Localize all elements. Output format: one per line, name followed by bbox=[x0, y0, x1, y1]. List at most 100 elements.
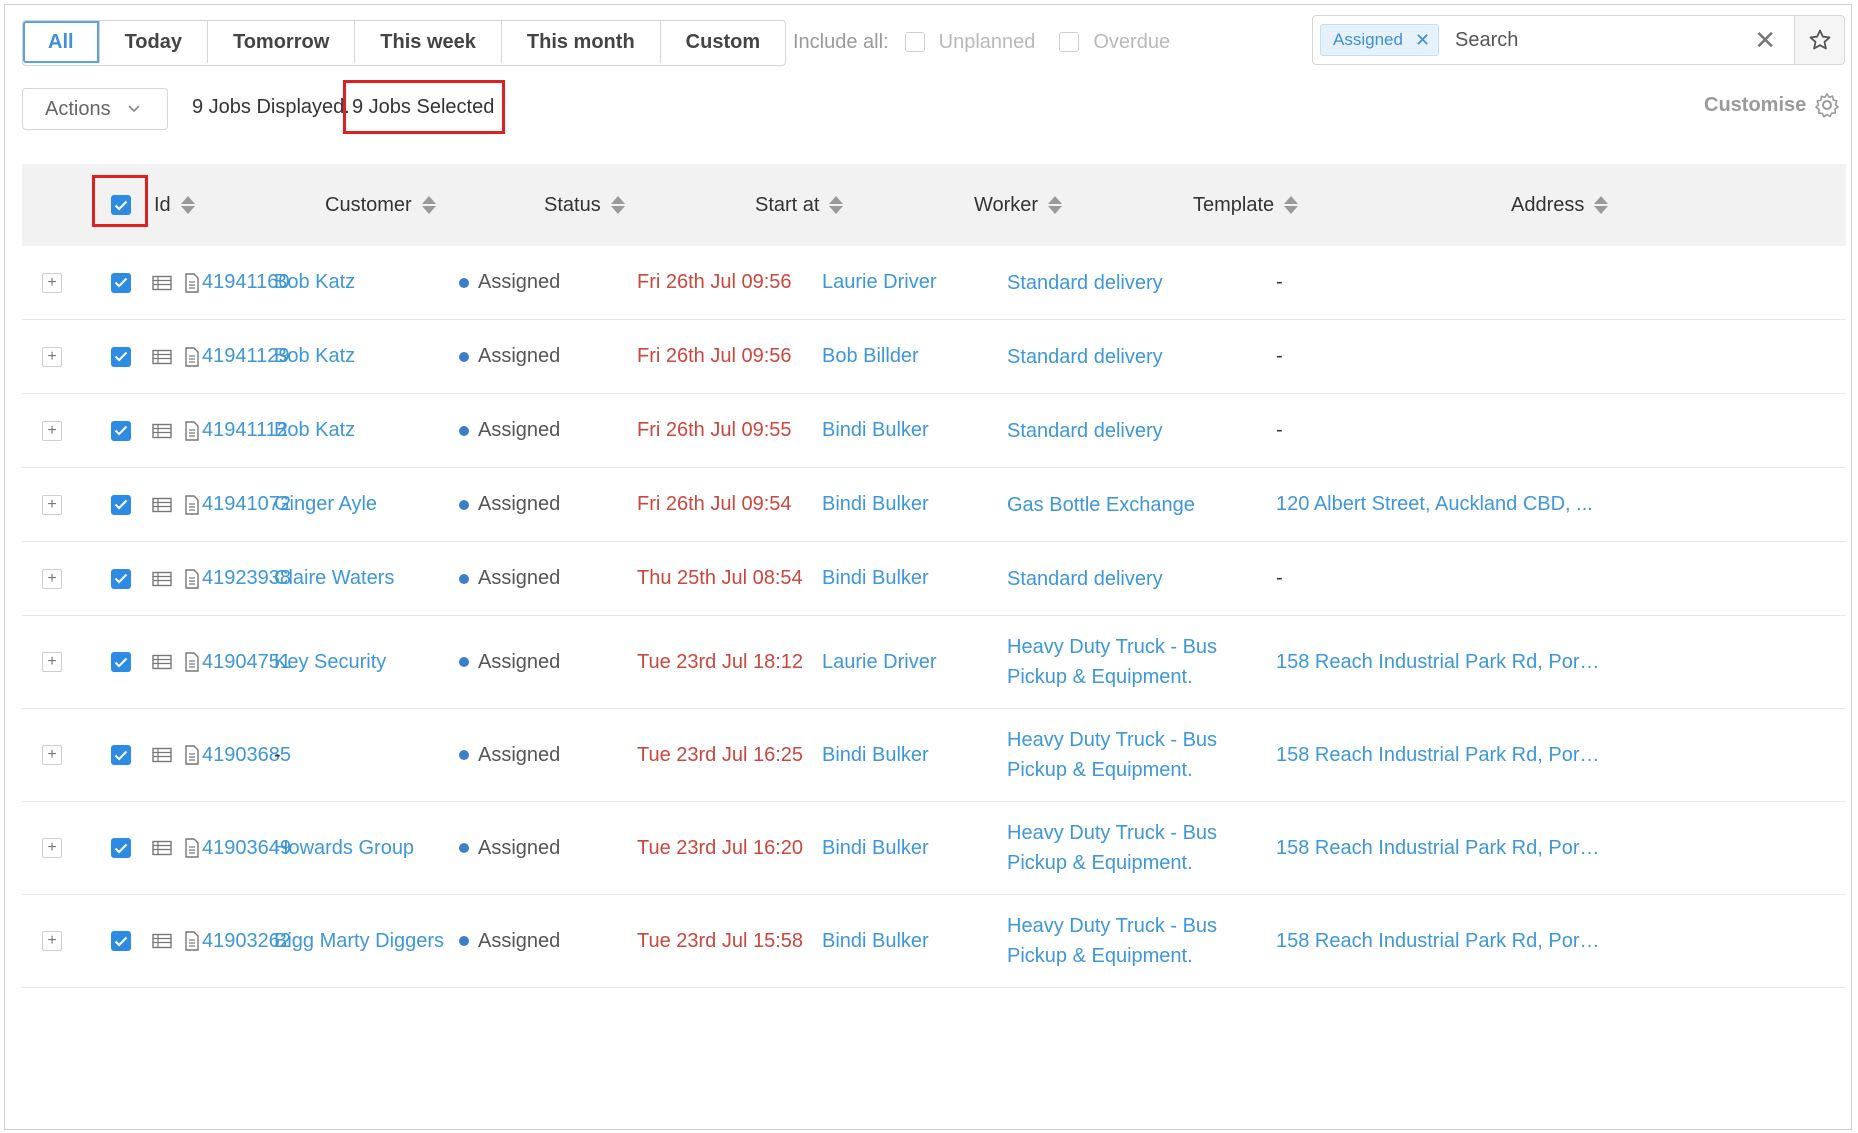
document-icon[interactable] bbox=[184, 931, 200, 951]
table-row[interactable]: +41941160 Bob Katz Assigned Fri 26th Jul 09… bbox=[22, 246, 1846, 320]
tab-this-week[interactable]: This week bbox=[355, 21, 502, 63]
customise-button[interactable]: Customise bbox=[1704, 92, 1840, 118]
document-icon[interactable] bbox=[184, 494, 200, 515]
favourite-button[interactable] bbox=[1795, 15, 1845, 65]
worker-link[interactable]: Laurie Driver bbox=[822, 651, 936, 674]
row-checkbox[interactable] bbox=[111, 494, 131, 515]
sort-icon[interactable] bbox=[1048, 196, 1063, 214]
row-checkbox[interactable] bbox=[111, 931, 131, 951]
expand-row-button[interactable]: + bbox=[42, 494, 62, 515]
sort-icon[interactable] bbox=[1284, 196, 1299, 214]
document-icon[interactable] bbox=[184, 346, 200, 367]
list-view-icon[interactable] bbox=[152, 571, 172, 587]
worker-link[interactable]: Bindi Bulker bbox=[822, 493, 929, 516]
sort-icon[interactable] bbox=[180, 196, 195, 214]
expand-row-button[interactable]: + bbox=[42, 420, 62, 441]
customer-link[interactable]: Claire Waters bbox=[274, 567, 394, 590]
table-row[interactable]: +41904751 Key Security Assigned Tue 23rd Ju… bbox=[22, 616, 1846, 709]
table-row[interactable]: +41923938 Claire Waters Assigned Thu 25th J… bbox=[22, 542, 1846, 616]
customer-link[interactable]: Bigg Marty Diggers bbox=[274, 930, 444, 953]
document-icon[interactable] bbox=[184, 420, 200, 441]
template-link[interactable]: Gas Bottle Exchange bbox=[1007, 490, 1195, 520]
address-link[interactable]: 158 Reach Industrial Park Rd, Port... bbox=[1276, 930, 1601, 953]
address-link[interactable]: 158 Reach Industrial Park Rd, Port... bbox=[1276, 651, 1601, 674]
column-header-template[interactable]: Template bbox=[1193, 164, 1299, 246]
column-header-customer[interactable]: Customer bbox=[325, 164, 436, 246]
address-link[interactable]: 158 Reach Industrial Park Rd, Port... bbox=[1276, 744, 1601, 767]
list-view-icon[interactable] bbox=[152, 349, 172, 365]
expand-row-button[interactable]: + bbox=[42, 346, 62, 367]
worker-link[interactable]: Bindi Bulker bbox=[822, 744, 929, 767]
worker-link[interactable]: Bob Billder bbox=[822, 345, 919, 368]
expand-row-button[interactable]: + bbox=[42, 838, 62, 858]
tab-today[interactable]: Today bbox=[100, 21, 208, 63]
search-input[interactable]: Assigned ✕ Search ✕ bbox=[1312, 15, 1795, 65]
template-link[interactable]: Heavy Duty Truck - Bus Pickup & Equipmen… bbox=[1007, 725, 1272, 785]
status-filter-tag[interactable]: Assigned ✕ bbox=[1320, 24, 1440, 56]
sort-icon[interactable] bbox=[610, 196, 625, 214]
list-view-icon[interactable] bbox=[152, 654, 172, 670]
document-icon[interactable] bbox=[184, 745, 200, 765]
worker-link[interactable]: Bindi Bulker bbox=[822, 930, 929, 953]
expand-row-button[interactable]: + bbox=[42, 272, 62, 293]
template-link[interactable]: Standard delivery bbox=[1007, 268, 1163, 298]
include-unplanned-option[interactable]: Unplanned bbox=[904, 31, 1035, 54]
expand-row-button[interactable]: + bbox=[42, 931, 62, 951]
template-link[interactable]: Heavy Duty Truck - Bus Pickup & Equipmen… bbox=[1007, 911, 1272, 971]
table-row[interactable]: +41903262 Bigg Marty Diggers Assigned Tue 2… bbox=[22, 895, 1846, 988]
row-checkbox[interactable] bbox=[111, 745, 131, 765]
customer-link[interactable]: Bob Katz bbox=[274, 345, 355, 368]
list-view-icon[interactable] bbox=[152, 423, 172, 439]
expand-row-button[interactable]: + bbox=[42, 745, 62, 765]
template-link[interactable]: Standard delivery bbox=[1007, 416, 1163, 446]
template-link[interactable]: Standard delivery bbox=[1007, 564, 1163, 594]
list-view-icon[interactable] bbox=[152, 497, 172, 513]
customer-link[interactable]: Howards Group bbox=[274, 837, 414, 860]
sort-icon[interactable] bbox=[829, 196, 844, 214]
include-overdue-option[interactable]: Overdue bbox=[1059, 31, 1170, 54]
list-view-icon[interactable] bbox=[152, 840, 172, 856]
unplanned-checkbox[interactable] bbox=[904, 32, 925, 52]
row-checkbox[interactable] bbox=[111, 272, 131, 293]
overdue-checkbox[interactable] bbox=[1059, 32, 1080, 52]
tab-all[interactable]: All bbox=[23, 21, 100, 63]
list-view-icon[interactable] bbox=[152, 275, 172, 291]
worker-link[interactable]: Bindi Bulker bbox=[822, 419, 929, 442]
list-view-icon[interactable] bbox=[152, 747, 172, 763]
expand-row-button[interactable]: + bbox=[42, 652, 62, 672]
worker-link[interactable]: Bindi Bulker bbox=[822, 567, 929, 590]
worker-link[interactable]: Bindi Bulker bbox=[822, 837, 929, 860]
row-checkbox[interactable] bbox=[111, 420, 131, 441]
column-header-status[interactable]: Status bbox=[544, 164, 625, 246]
customer-link[interactable]: Ginger Ayle bbox=[274, 493, 377, 516]
expand-row-button[interactable]: + bbox=[42, 568, 62, 589]
column-header-worker[interactable]: Worker bbox=[974, 164, 1063, 246]
table-row[interactable]: +41903685- Assigned Tue 23rd Jul 16:25 Bind… bbox=[22, 709, 1846, 802]
sort-icon[interactable] bbox=[421, 196, 436, 214]
remove-tag-icon[interactable]: ✕ bbox=[1415, 30, 1430, 51]
list-view-icon[interactable] bbox=[152, 933, 172, 949]
customer-link[interactable]: Bob Katz bbox=[274, 271, 355, 294]
tab-tomorrow[interactable]: Tomorrow bbox=[208, 21, 356, 63]
template-link[interactable]: Standard delivery bbox=[1007, 342, 1163, 372]
table-row[interactable]: +41941129 Bob Katz Assigned Fri 26th Jul 09… bbox=[22, 320, 1846, 394]
tab-custom[interactable]: Custom bbox=[661, 21, 785, 63]
table-row[interactable]: +41941112 Bob Katz Assigned Fri 26th Jul 09… bbox=[22, 394, 1846, 468]
clear-search-icon[interactable]: ✕ bbox=[1754, 27, 1776, 53]
column-header-start-at[interactable]: Start at bbox=[755, 164, 844, 246]
row-checkbox[interactable] bbox=[111, 838, 131, 858]
row-checkbox[interactable] bbox=[111, 346, 131, 367]
document-icon[interactable] bbox=[184, 652, 200, 672]
row-checkbox[interactable] bbox=[111, 568, 131, 589]
document-icon[interactable] bbox=[184, 272, 200, 293]
row-checkbox[interactable] bbox=[111, 652, 131, 672]
worker-link[interactable]: Laurie Driver bbox=[822, 271, 936, 294]
address-link[interactable]: 158 Reach Industrial Park Rd, Port... bbox=[1276, 837, 1601, 860]
document-icon[interactable] bbox=[184, 568, 200, 589]
column-header-address[interactable]: Address bbox=[1511, 164, 1609, 246]
table-row[interactable]: +41941072 Ginger Ayle Assigned Fri 26th Jul… bbox=[22, 468, 1846, 542]
actions-dropdown[interactable]: Actions bbox=[22, 88, 168, 130]
column-header-id[interactable]: Id bbox=[154, 164, 195, 246]
template-link[interactable]: Heavy Duty Truck - Bus Pickup & Equipmen… bbox=[1007, 818, 1272, 878]
template-link[interactable]: Heavy Duty Truck - Bus Pickup & Equipmen… bbox=[1007, 632, 1272, 692]
